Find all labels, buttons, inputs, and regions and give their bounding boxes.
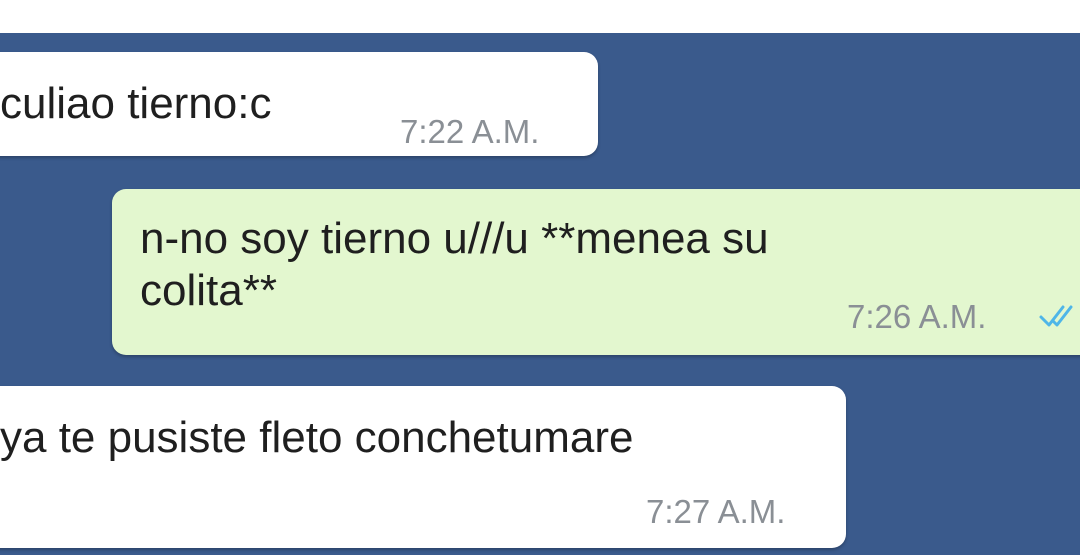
message-bubble-incoming[interactable]: ya te pusiste fleto conchetumare 7:27 A.… <box>0 386 846 548</box>
message-timestamp: 7:22 A.M. <box>400 113 540 150</box>
message-text: culiao tierno:c <box>0 79 272 128</box>
message-bubble-incoming[interactable]: culiao tierno:c 7:22 A.M. <box>0 52 598 156</box>
message-timestamp: 7:27 A.M. <box>646 493 786 530</box>
message-bubble-outgoing[interactable]: n-no soy tierno u///u **menea su colita*… <box>112 189 1080 355</box>
double-check-read-icon <box>1039 305 1073 327</box>
message-text: ya te pusiste fleto conchetumare <box>0 413 634 462</box>
message-timestamp: 7:26 A.M. <box>847 298 987 335</box>
